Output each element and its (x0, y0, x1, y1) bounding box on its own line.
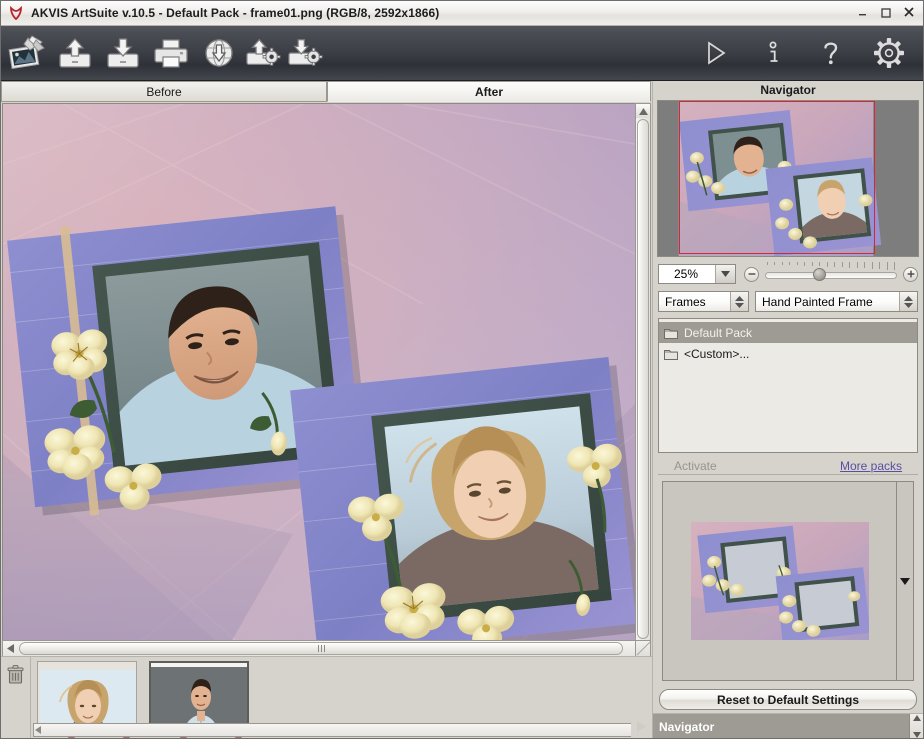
main-toolbar (1, 26, 923, 81)
close-button[interactable] (898, 3, 919, 21)
spinner-arrows-icon[interactable] (730, 292, 748, 311)
zoom-slider-knob[interactable] (812, 268, 826, 281)
frame-preview-dropdown[interactable] (896, 482, 913, 680)
run-icon[interactable] (693, 30, 737, 76)
canvas-vertical-scrollbar[interactable] (635, 103, 651, 656)
frame-preview-image (690, 522, 869, 640)
horizontal-scroll-thumb[interactable] (19, 642, 623, 655)
minimize-button[interactable] (852, 3, 873, 21)
thumbnail-image-man[interactable] (149, 661, 249, 725)
window-title: AKVIS ArtSuite v.10.5 - Default Pack - f… (31, 6, 440, 20)
pack-list-item-label: Default Pack (684, 325, 753, 340)
chevron-down-icon (912, 732, 921, 738)
status-hint-text: Navigator (659, 719, 715, 734)
zoom-slider-group (744, 262, 918, 282)
activate-button[interactable]: Activate (674, 459, 717, 473)
thumbnails-container: Fotolia_15831553_... (31, 657, 652, 738)
view-tabs: Before After (1, 81, 652, 103)
frame-category-select[interactable]: Frames (658, 291, 749, 312)
navigator-thumbnail[interactable] (657, 100, 919, 257)
composed-frame-artwork (3, 104, 635, 656)
frame-style-select[interactable]: Hand Painted Frame (755, 291, 918, 312)
hint-expand-arrow[interactable] (631, 713, 652, 738)
navigator-preview-image (658, 101, 918, 256)
pack-list-item-custom[interactable]: <Custom>... (659, 343, 917, 364)
frame-packs-list[interactable]: Default Pack <Custom>... (658, 318, 918, 453)
zoom-slider-track (765, 272, 897, 279)
help-icon[interactable] (809, 30, 853, 76)
title-bar: AKVIS ArtSuite v.10.5 - Default Pack - f… (1, 1, 923, 26)
spinner-arrows-icon[interactable] (899, 292, 917, 311)
more-packs-link[interactable]: More packs (840, 459, 902, 473)
settings-pane: Navigator 25% Frames Hand Painted Frame … (631, 81, 923, 738)
pack-actions-row: Activate More packs (658, 457, 918, 475)
scroll-left-arrow[interactable] (3, 641, 18, 656)
frame-style-value: Hand Painted Frame (762, 294, 873, 309)
frame-preview-inner (663, 482, 896, 680)
download-presets-icon[interactable] (197, 30, 241, 76)
frame-selectors: Frames Hand Painted Frame (658, 291, 918, 312)
zoom-slider[interactable] (765, 262, 897, 282)
folder-icon (664, 348, 678, 360)
workspace-pane: Before After (1, 81, 652, 738)
zoom-in-button[interactable] (903, 266, 918, 282)
maximize-button[interactable] (875, 3, 896, 21)
chevron-up-icon (912, 715, 921, 721)
folder-icon (664, 327, 678, 339)
load-settings-icon[interactable] (245, 30, 283, 76)
vertical-scroll-thumb[interactable] (637, 119, 649, 639)
akvis-logo-icon (8, 5, 24, 21)
tab-after[interactable]: After (327, 81, 651, 102)
toolbar-left-group (1, 30, 325, 76)
navigator-panel-title: Navigator (653, 81, 923, 100)
zoom-level-value: 25% (673, 267, 699, 281)
resize-corner (635, 640, 651, 657)
toolbar-right-group (693, 30, 911, 76)
zoom-slider-ticks (767, 262, 895, 270)
scroll-thumb-grip (317, 645, 325, 652)
canvas-horizontal-scrollbar[interactable] (2, 640, 650, 657)
trash-icon[interactable] (1, 657, 31, 738)
save-settings-icon[interactable] (287, 30, 325, 76)
application-window: AKVIS ArtSuite v.10.5 - Default Pack - f… (0, 0, 924, 739)
frame-preview-box[interactable] (662, 481, 914, 681)
frame-category-value: Frames (665, 294, 706, 309)
info-icon[interactable] (751, 30, 795, 76)
image-thumbnail-strip: Fotolia_15831553_... (1, 656, 652, 738)
thumbnail-image-woman[interactable] (37, 661, 137, 725)
print-image-icon[interactable] (149, 30, 193, 76)
chevron-down-icon[interactable] (900, 574, 910, 588)
save-image-icon[interactable] (101, 30, 145, 76)
status-hint-bar: Navigator (631, 713, 923, 738)
zoom-controls: 25% (658, 262, 918, 285)
pack-list-item-default[interactable]: Default Pack (659, 322, 917, 343)
zoom-level-combobox[interactable]: 25% (658, 264, 736, 284)
open-image-icon[interactable] (53, 30, 97, 76)
hint-scroll-buttons[interactable] (909, 714, 923, 738)
image-canvas[interactable] (2, 103, 650, 657)
chevron-down-icon[interactable] (715, 265, 735, 283)
preferences-gear-icon[interactable] (867, 30, 911, 76)
chevron-left-icon[interactable] (35, 723, 41, 737)
artsuite-logo-icon[interactable] (5, 30, 49, 76)
thumbstrip-scrollbar[interactable] (33, 723, 650, 737)
reset-to-default-settings-button[interactable]: Reset to Default Settings (659, 689, 917, 710)
zoom-out-button[interactable] (744, 266, 759, 282)
pack-list-item-label: <Custom>... (684, 346, 750, 361)
scroll-up-arrow[interactable] (636, 104, 650, 118)
window-controls (852, 3, 919, 21)
tab-before[interactable]: Before (1, 81, 327, 102)
